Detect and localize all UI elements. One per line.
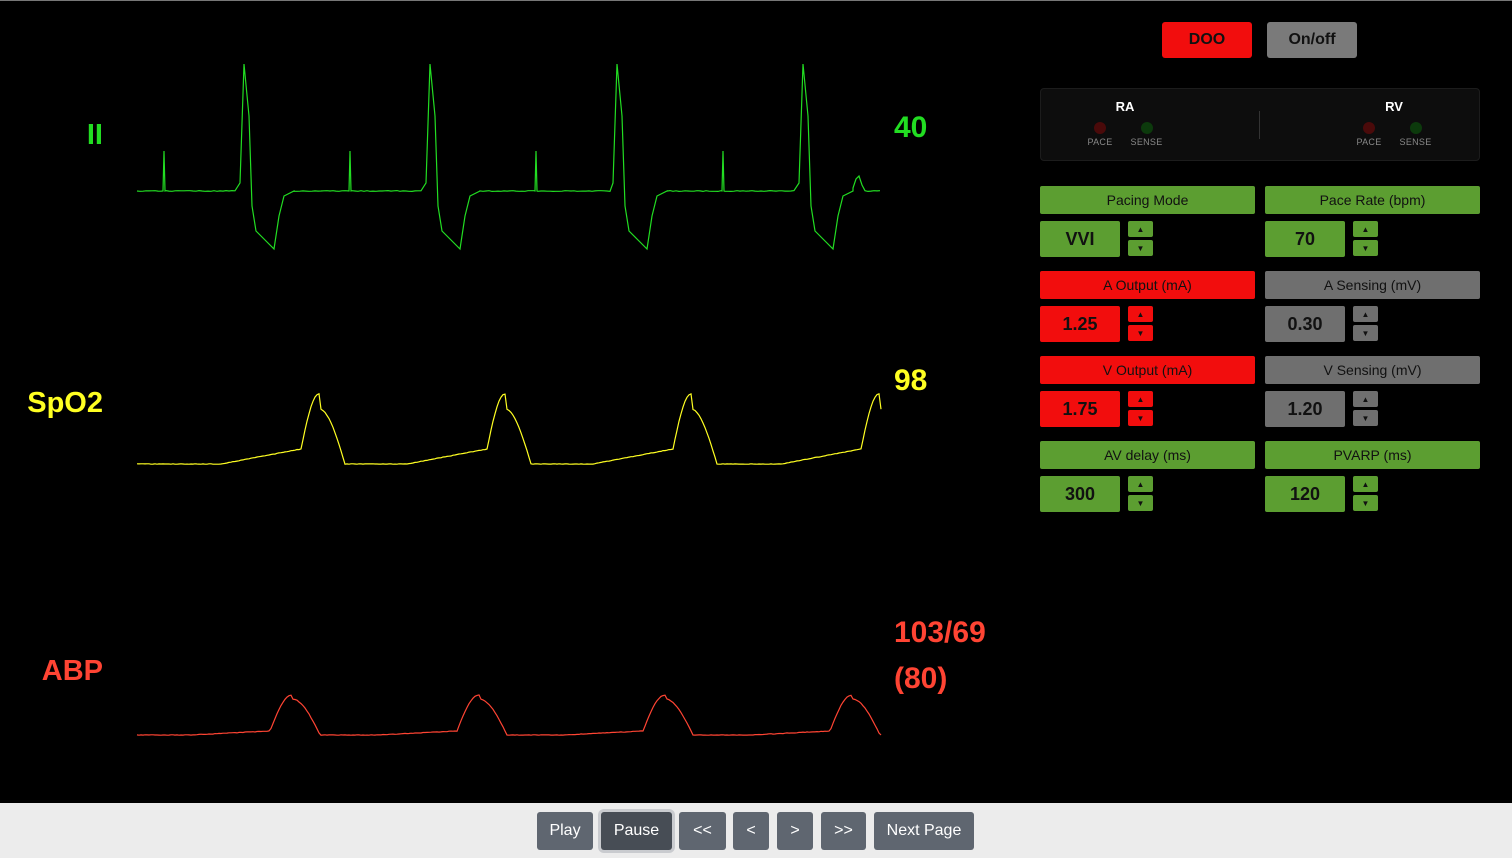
- play-button[interactable]: Play: [537, 812, 593, 850]
- a-sensing-param: A Sensing (mV) 0.30 ▲ ▼: [1265, 271, 1480, 342]
- lead-indicator-panel: RA PACE SENSE RV PACE SENSE: [1040, 88, 1480, 161]
- pacing-mode-value: VVI: [1040, 221, 1120, 257]
- a-output-param: A Output (mA) 1.25 ▲ ▼: [1040, 271, 1255, 342]
- rewind-fast-button[interactable]: <<: [679, 812, 726, 850]
- rv-sense-led-icon: [1410, 122, 1422, 134]
- pacing-mode-label: Pacing Mode: [1040, 186, 1255, 214]
- pace-rate-value: 70: [1265, 221, 1345, 257]
- spo2-value: 98: [894, 364, 927, 398]
- av-delay-label: AV delay (ms): [1040, 441, 1255, 469]
- rv-indicator-group: RV PACE SENSE: [1344, 99, 1444, 147]
- forward-fast-button[interactable]: >>: [821, 812, 866, 850]
- playback-controls: Play Pause << < > >> Next Page: [0, 803, 1512, 858]
- forward-button[interactable]: >: [777, 812, 813, 850]
- pvarp-value: 120: [1265, 476, 1345, 512]
- a-output-label: A Output (mA): [1040, 271, 1255, 299]
- v-sensing-label: V Sensing (mV): [1265, 356, 1480, 384]
- a-sensing-up-icon[interactable]: ▲: [1353, 306, 1378, 322]
- rv-title: RV: [1344, 99, 1444, 114]
- pacing-mode-down-icon[interactable]: ▼: [1128, 240, 1153, 256]
- pause-button[interactable]: Pause: [601, 812, 672, 850]
- abp-waveform: [137, 691, 882, 741]
- abp-mean: (80): [894, 662, 947, 696]
- ra-pace-label: PACE: [1087, 137, 1112, 147]
- v-sensing-value: 1.20: [1265, 391, 1345, 427]
- spo2-waveform: [137, 396, 882, 476]
- rv-sense-label: SENSE: [1400, 137, 1432, 147]
- pacing-mode-up-icon[interactable]: ▲: [1128, 221, 1153, 237]
- a-sensing-down-icon[interactable]: ▼: [1353, 325, 1378, 341]
- v-sensing-down-icon[interactable]: ▼: [1353, 410, 1378, 426]
- pvarp-down-icon[interactable]: ▼: [1353, 495, 1378, 511]
- av-delay-param: AV delay (ms) 300 ▲ ▼: [1040, 441, 1255, 512]
- pacing-mode-param: Pacing Mode VVI ▲ ▼: [1040, 186, 1255, 257]
- monitor-display: II 40 SpO2 98 ABP 103/69 (80) DOO On/off…: [0, 0, 1512, 803]
- pvarp-label: PVARP (ms): [1265, 441, 1480, 469]
- spo2-lead-label: SpO2: [3, 387, 103, 420]
- v-sensing-param: V Sensing (mV) 1.20 ▲ ▼: [1265, 356, 1480, 427]
- pace-rate-up-icon[interactable]: ▲: [1353, 221, 1378, 237]
- ra-pace-led-icon: [1094, 122, 1106, 134]
- av-delay-up-icon[interactable]: ▲: [1128, 476, 1153, 492]
- v-output-label: V Output (mA): [1040, 356, 1255, 384]
- ra-title: RA: [1075, 99, 1175, 114]
- abp-lead-label: ABP: [3, 655, 103, 688]
- a-output-value: 1.25: [1040, 306, 1120, 342]
- abp-systolic-diastolic: 103/69: [894, 616, 986, 650]
- ra-sense-label: SENSE: [1131, 137, 1163, 147]
- v-sensing-up-icon[interactable]: ▲: [1353, 391, 1378, 407]
- av-delay-value: 300: [1040, 476, 1120, 512]
- ecg-lead-label: II: [3, 119, 103, 152]
- v-output-down-icon[interactable]: ▼: [1128, 410, 1153, 426]
- pvarp-up-icon[interactable]: ▲: [1353, 476, 1378, 492]
- power-toggle-button[interactable]: On/off: [1267, 22, 1357, 58]
- v-output-value: 1.75: [1040, 391, 1120, 427]
- pvarp-param: PVARP (ms) 120 ▲ ▼: [1265, 441, 1480, 512]
- v-output-param: V Output (mA) 1.75 ▲ ▼: [1040, 356, 1255, 427]
- a-sensing-label: A Sensing (mV): [1265, 271, 1480, 299]
- pace-rate-label: Pace Rate (bpm): [1265, 186, 1480, 214]
- mode-button[interactable]: DOO: [1162, 22, 1252, 58]
- heart-rate-value: 40: [894, 111, 927, 145]
- v-output-up-icon[interactable]: ▲: [1128, 391, 1153, 407]
- rv-pace-led-icon: [1363, 122, 1375, 134]
- pace-rate-param: Pace Rate (bpm) 70 ▲ ▼: [1265, 186, 1480, 257]
- rewind-button[interactable]: <: [733, 812, 769, 850]
- ra-sense-led-icon: [1141, 122, 1153, 134]
- indicator-divider: [1259, 111, 1260, 139]
- av-delay-down-icon[interactable]: ▼: [1128, 495, 1153, 511]
- ra-indicator-group: RA PACE SENSE: [1075, 99, 1175, 147]
- a-output-down-icon[interactable]: ▼: [1128, 325, 1153, 341]
- a-output-up-icon[interactable]: ▲: [1128, 306, 1153, 322]
- rv-pace-label: PACE: [1356, 137, 1381, 147]
- pace-rate-down-icon[interactable]: ▼: [1353, 240, 1378, 256]
- a-sensing-value: 0.30: [1265, 306, 1345, 342]
- next-page-button[interactable]: Next Page: [874, 812, 974, 850]
- ecg-waveform: [137, 56, 882, 261]
